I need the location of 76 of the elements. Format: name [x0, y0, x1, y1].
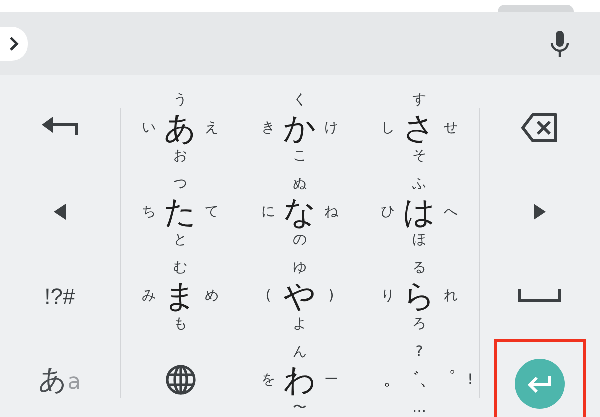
flick-character: の [293, 233, 307, 247]
flick-character: を [262, 373, 276, 387]
flick-character: と [174, 233, 188, 247]
flick-character: も [174, 317, 188, 331]
flick-character: れ [444, 289, 458, 303]
main-character: あ [164, 112, 198, 144]
flick-character: ー [324, 373, 338, 387]
kana-key[interactable]: る り ら れ ろ [376, 258, 462, 334]
space-bar-icon[interactable] [518, 289, 562, 303]
kana-key[interactable]: ふ ひ は へ ほ [376, 174, 462, 250]
flick-character: す [412, 93, 426, 107]
left-triangle-icon[interactable] [52, 203, 67, 221]
main-character: 。゛、゜ [383, 371, 456, 389]
flick-character: う [174, 93, 188, 107]
flick-character: め [205, 289, 220, 303]
expand-button[interactable] [0, 26, 28, 60]
kana-key[interactable]: く き か け こ [258, 90, 342, 166]
flick-character: お [174, 149, 188, 163]
kana-key[interactable]: ん を わ ー 〜 [258, 342, 342, 417]
flick-character: り [380, 289, 395, 303]
flick-character: ! [468, 373, 474, 387]
main-character: ら [402, 280, 436, 312]
return-arrow-icon [527, 375, 554, 393]
main-character: な [284, 196, 316, 228]
flick-character: ゆ [293, 261, 307, 275]
flick-character: ) [328, 289, 334, 303]
main-character: さ [402, 112, 436, 144]
flick-character: ふ [412, 177, 426, 191]
flick-character: ? [416, 345, 424, 359]
flick-character: け [324, 121, 338, 135]
flick-character: ろ [412, 317, 426, 331]
flick-character: こ [293, 149, 307, 163]
flick-character: え [205, 121, 220, 135]
right-triangle-icon[interactable] [533, 203, 548, 221]
kana-key[interactable]: つ ち た て と [138, 174, 224, 250]
flick-character: い [142, 121, 156, 135]
flick-character: よ [293, 317, 307, 331]
chevron-right-icon [8, 36, 20, 52]
flick-character: せ [444, 121, 458, 135]
flick-character: ひ [380, 205, 395, 219]
flick-character: き [262, 121, 276, 135]
kana-key[interactable]: ? 。゛、゜ ! … [357, 342, 482, 417]
flick-character: み [142, 289, 156, 303]
flick-character: て [205, 205, 220, 219]
flick-character: む [174, 261, 188, 275]
flick-character: し [380, 121, 395, 135]
flick-character: ね [324, 205, 338, 219]
flick-character: … [412, 401, 426, 415]
main-character: や [284, 280, 316, 312]
main-character: か [284, 112, 316, 144]
kana-key[interactable]: む み ま め も [138, 258, 224, 334]
backspace-icon[interactable] [521, 113, 560, 143]
symbols-key[interactable]: !?# [44, 280, 76, 312]
flick-character: に [262, 205, 276, 219]
kana-key[interactable]: ゆ ( や ) よ [258, 258, 342, 334]
flick-character: ち [142, 205, 156, 219]
input-mode-key[interactable]: あ a [38, 366, 82, 394]
flick-character: へ [444, 205, 458, 219]
flick-character: く [293, 93, 307, 107]
main-character: た [164, 196, 198, 228]
main-character: わ [284, 364, 316, 396]
flick-character: そ [412, 149, 426, 163]
kana-key[interactable]: う い あ え お [138, 90, 224, 166]
flick-character: る [412, 261, 426, 275]
flick-character: つ [174, 177, 188, 191]
flick-character: ぬ [293, 177, 307, 191]
kana-key[interactable]: す し さ せ そ [376, 90, 462, 166]
flick-character: 〜 [293, 401, 307, 415]
flick-character: ほ [412, 233, 426, 247]
main-character: ま [164, 280, 198, 312]
microphone-icon[interactable] [550, 30, 570, 58]
flick-character: ( [266, 289, 272, 303]
kana-key[interactable]: ぬ に な ね の [258, 174, 342, 250]
main-character: は [402, 196, 436, 228]
flick-character: ん [293, 345, 307, 359]
globe-icon[interactable] [164, 364, 197, 396]
